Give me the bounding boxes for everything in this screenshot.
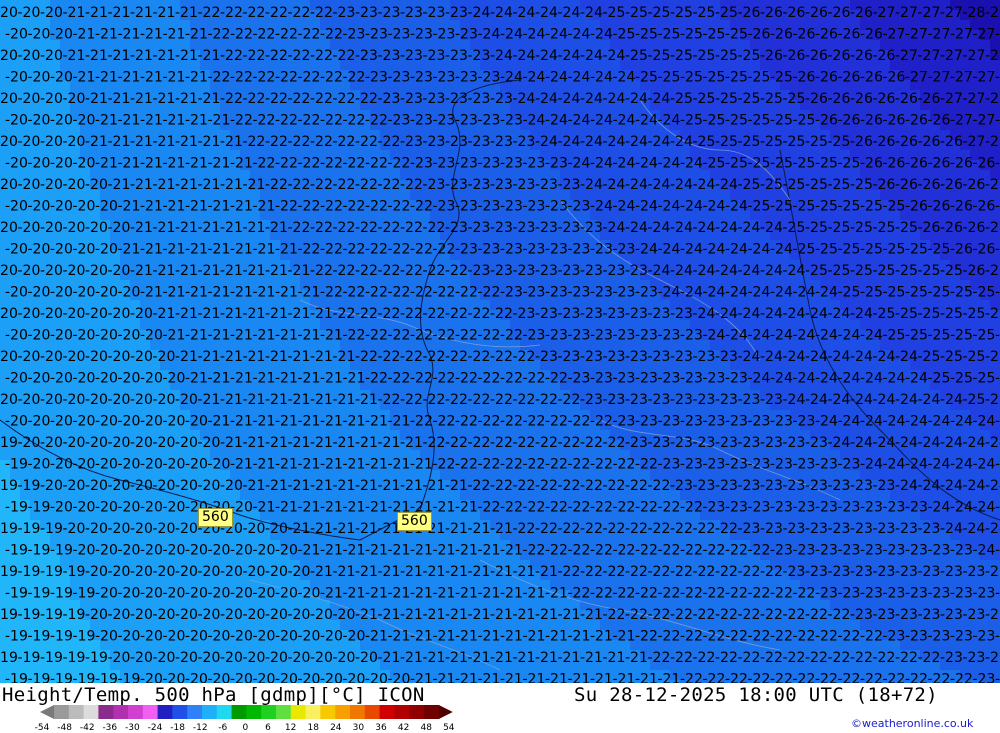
temperature-map: -20-20-20-21-21-21-21-21-21-22-22-22-22-… [0,0,1000,683]
temperature-field: -20-20-20-21-21-21-21-21-21-22-22-22-22-… [0,0,1000,683]
